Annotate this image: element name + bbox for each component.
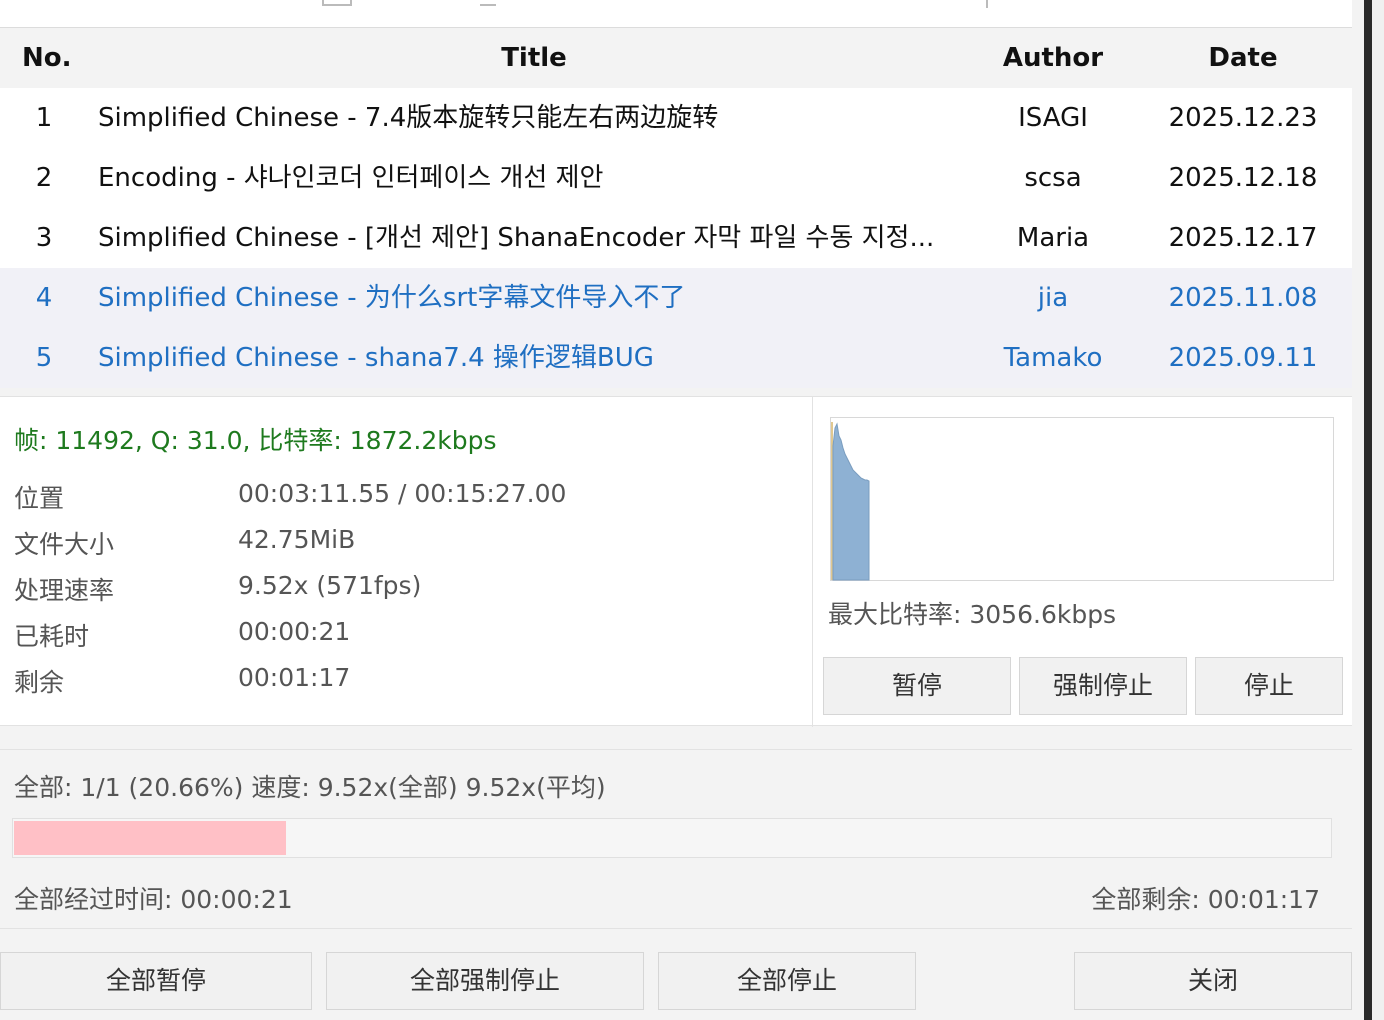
overall-elapsed: 全部经过时间: 00:00:21 xyxy=(14,885,293,914)
table-row[interactable]: 3 Simplified Chinese - [개선 제안] ShanaEnco… xyxy=(0,208,1352,268)
max-bitrate-label: 最大比特率: 3056.6kbps xyxy=(828,600,1117,629)
table-header: No. Title Author Date xyxy=(0,28,1352,88)
column-header-author[interactable]: Author xyxy=(958,28,1148,88)
clipped-text-fragment xyxy=(322,0,352,6)
cell-date: 2025.09.11 xyxy=(1168,343,1318,373)
cell-no: 1 xyxy=(35,103,53,133)
cell-date: 2025.12.23 xyxy=(1168,103,1318,133)
force-stop-button[interactable]: 强制停止 xyxy=(1019,657,1187,715)
cell-author: scsa xyxy=(1024,163,1082,193)
window-edge xyxy=(1372,0,1384,1020)
topics-table: No. Title Author Date 1 Simplified Chine… xyxy=(0,28,1352,388)
cell-no: 4 xyxy=(35,283,53,313)
detail-label: 处理速率 xyxy=(14,576,115,605)
cell-author: ISAGI xyxy=(1018,103,1088,133)
overall-progress-fill xyxy=(14,821,286,855)
table-row[interactable]: 4 Simplified Chinese - 为什么srt字幕文件导入不了 ji… xyxy=(0,268,1352,328)
detail-label: 已耗时 xyxy=(14,622,90,651)
bitrate-graph-svg xyxy=(831,422,870,581)
cell-author: Tamako xyxy=(1003,343,1103,373)
clipped-text-fragment xyxy=(480,0,496,6)
cell-no: 5 xyxy=(35,343,53,373)
clipped-text-fragment xyxy=(986,0,994,8)
cell-title: Encoding - 샤나인코더 인터페이스 개선 제안 xyxy=(98,163,604,193)
cell-title: Simplified Chinese - [개선 제안] ShanaEncode… xyxy=(98,223,935,253)
detail-value: 9.52x (571fps) xyxy=(238,571,422,600)
pause-button[interactable]: 暂停 xyxy=(823,657,1011,715)
detail-value: 00:00:21 xyxy=(238,617,351,646)
stop-button[interactable]: 停止 xyxy=(1195,657,1343,715)
force-stop-all-button[interactable]: 全部强制停止 xyxy=(326,952,644,1010)
table-row[interactable]: 1 Simplified Chinese - 7.4版本旋转只能左右两边旋转 I… xyxy=(0,88,1352,148)
encode-detail-panel: 帧: 11492, Q: 31.0, 比特率: 1872.2kbps 位置 00… xyxy=(0,396,1352,727)
overall-progress-panel: 全部: 1/1 (20.66%) 速度: 9.52x(全部) 9.52x(平均)… xyxy=(0,749,1352,929)
overall-remaining: 全部剩余: 00:01:17 xyxy=(1091,885,1320,914)
cell-date: 2025.11.08 xyxy=(1168,283,1318,313)
cell-no: 2 xyxy=(35,163,53,193)
cell-date: 2025.12.18 xyxy=(1168,163,1318,193)
top-strip xyxy=(0,0,1352,28)
close-button[interactable]: 关闭 xyxy=(1074,952,1352,1010)
encode-stats: 帧: 11492, Q: 31.0, 比特率: 1872.2kbps xyxy=(14,426,497,455)
pause-all-button[interactable]: 全部暂停 xyxy=(0,952,312,1010)
column-header-no[interactable]: No. xyxy=(22,28,72,88)
cell-title: Simplified Chinese - 为什么srt字幕文件导入不了 xyxy=(98,283,686,313)
detail-label: 剩余 xyxy=(14,668,65,697)
detail-label: 位置 xyxy=(14,484,65,513)
panel-divider xyxy=(812,397,813,727)
table-row[interactable]: 2 Encoding - 샤나인코더 인터페이스 개선 제안 scsa 2025… xyxy=(0,148,1352,208)
cell-date: 2025.12.17 xyxy=(1168,223,1318,253)
column-header-title[interactable]: Title xyxy=(90,28,978,88)
detail-value: 42.75MiB xyxy=(238,525,356,554)
bitrate-graph xyxy=(830,417,1334,581)
bitrate-area xyxy=(832,422,870,581)
window-scrollbar[interactable] xyxy=(1364,0,1372,1020)
cell-title: Simplified Chinese - 7.4版本旋转只能左右两边旋转 xyxy=(98,103,719,133)
overall-summary: 全部: 1/1 (20.66%) 速度: 9.52x(全部) 9.52x(平均) xyxy=(14,773,606,802)
stop-all-button[interactable]: 全部停止 xyxy=(658,952,916,1010)
detail-value: 00:03:11.55 / 00:15:27.00 xyxy=(238,479,567,508)
cell-title: Simplified Chinese - shana7.4 操作逻辑BUG xyxy=(98,343,654,373)
table-row[interactable]: 5 Simplified Chinese - shana7.4 操作逻辑BUG … xyxy=(0,328,1352,388)
detail-value: 00:01:17 xyxy=(238,663,351,692)
cell-author: Maria xyxy=(1016,223,1090,253)
overall-progress-bar xyxy=(12,818,1332,858)
cell-no: 3 xyxy=(35,223,53,253)
column-header-date[interactable]: Date xyxy=(1148,28,1338,88)
cell-author: jia xyxy=(1037,283,1069,313)
detail-label: 文件大小 xyxy=(14,530,115,559)
